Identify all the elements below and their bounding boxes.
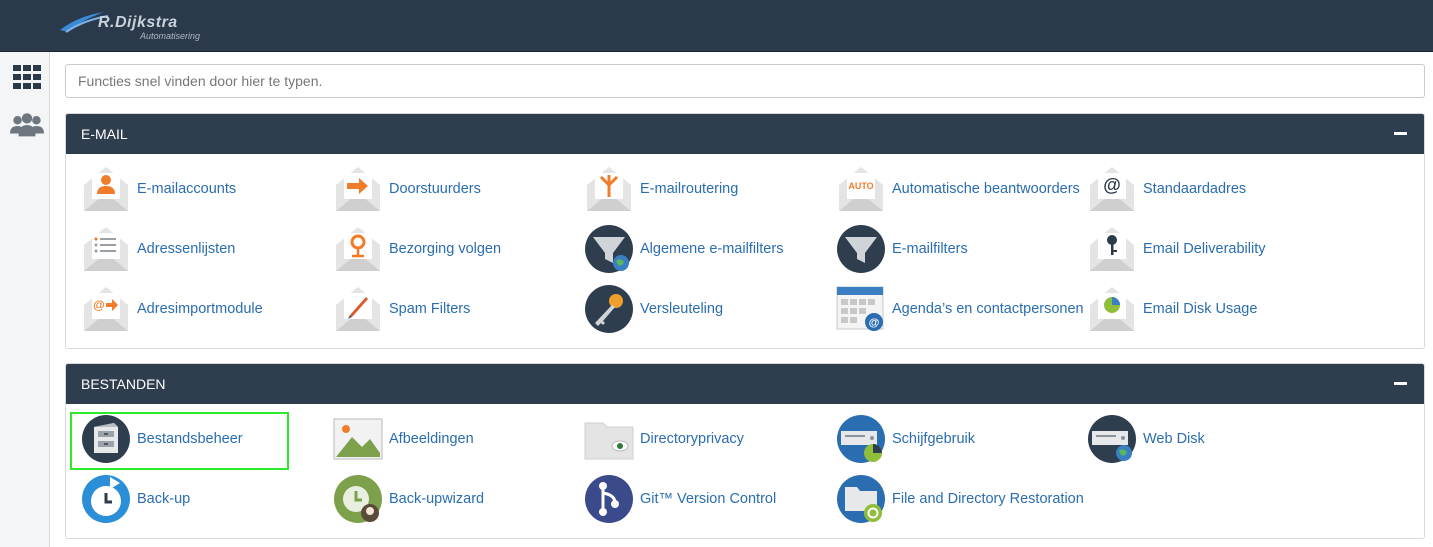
email-disk-usage-link[interactable]: Email Disk Usage — [1086, 282, 1257, 336]
global-email-filters-label: Algemene e-mailfilters — [640, 241, 784, 257]
calendars-contacts-link[interactable]: @ Agenda’s en contactpersonen — [835, 282, 1084, 336]
logo-tagline: Automatisering — [140, 31, 201, 41]
email-routing-link[interactable]: E-mailroutering — [583, 162, 738, 216]
backup-label: Back-up — [137, 491, 191, 507]
files-collapse-icon[interactable] — [1394, 382, 1407, 385]
global-email-filters-icon — [583, 223, 635, 275]
file-restoration-link[interactable]: File and Directory Restoration — [835, 472, 1084, 526]
file-manager-label: Bestandsbeheer — [137, 431, 243, 447]
forwarders-link[interactable]: Doorstuurders — [332, 162, 481, 216]
file-restoration-label: File and Directory Restoration — [892, 491, 1084, 507]
mailing-lists-icon — [80, 223, 132, 275]
mailing-lists-label: Adressenlijsten — [137, 241, 236, 257]
files-panel: BESTANDEN Bestandsbeheer Afbeeldingen Di… — [65, 363, 1425, 539]
images-link[interactable]: Afbeeldingen — [332, 412, 474, 466]
disk-usage-icon — [835, 413, 887, 465]
encryption-icon — [583, 283, 635, 335]
logo-name: R.Dijkstra — [98, 14, 178, 31]
images-icon — [332, 413, 384, 465]
backup-wizard-icon — [332, 473, 384, 525]
email-deliverability-link[interactable]: Email Deliverability — [1086, 222, 1265, 276]
git-version-control-label: Git™ Version Control — [640, 491, 777, 507]
git-version-control-link[interactable]: Git™ Version Control — [583, 472, 776, 526]
global-email-filters-link[interactable]: Algemene e-mailfilters — [583, 222, 783, 276]
email-panel-title: E-MAIL — [81, 126, 128, 142]
svg-text:@: @ — [869, 317, 880, 329]
backup-wizard-link[interactable]: Back-upwizard — [332, 472, 484, 526]
web-disk-label: Web Disk — [1143, 431, 1205, 447]
web-disk-link[interactable]: Web Disk — [1086, 412, 1205, 466]
default-address-label: Standaardadres — [1143, 181, 1247, 197]
directory-privacy-label: Directoryprivacy — [640, 431, 744, 447]
files-panel-header[interactable]: BESTANDEN — [66, 364, 1424, 404]
default-address-link[interactable]: @ Standaardadres — [1086, 162, 1246, 216]
git-version-control-icon — [583, 473, 635, 525]
track-delivery-link[interactable]: Bezorging volgen — [332, 222, 501, 276]
file-restoration-icon — [835, 473, 887, 525]
email-collapse-icon[interactable] — [1394, 132, 1407, 135]
forwarders-icon — [332, 163, 384, 215]
address-importer-link[interactable]: @ Adresimportmodule — [80, 282, 263, 336]
directory-privacy-icon — [583, 413, 635, 465]
images-label: Afbeeldingen — [389, 431, 474, 447]
search-input[interactable] — [65, 64, 1425, 98]
track-delivery-label: Bezorging volgen — [389, 241, 502, 257]
backup-link[interactable]: Back-up — [80, 472, 190, 526]
users-icon[interactable] — [10, 110, 44, 140]
spam-filters-label: Spam Filters — [389, 301, 471, 317]
file-manager-link[interactable]: Bestandsbeheer — [80, 412, 243, 466]
email-disk-usage-icon — [1086, 283, 1138, 335]
directory-privacy-link[interactable]: Directoryprivacy — [583, 412, 744, 466]
email-routing-icon — [583, 163, 635, 215]
svg-text:@: @ — [1103, 175, 1121, 195]
encryption-label: Versleuteling — [640, 301, 724, 317]
mailing-lists-link[interactable]: Adressenlijsten — [80, 222, 235, 276]
address-importer-icon: @ — [80, 283, 132, 335]
web-disk-icon — [1086, 413, 1138, 465]
email-accounts-icon — [80, 163, 132, 215]
email-panel-header[interactable]: E-MAIL — [66, 114, 1424, 154]
email-disk-usage-label: Email Disk Usage — [1143, 301, 1258, 317]
files-panel-title: BESTANDEN — [81, 376, 166, 392]
email-filters-link[interactable]: E-mailfilters — [835, 222, 968, 276]
default-address-icon: @ — [1086, 163, 1138, 215]
email-routing-label: E-mailroutering — [640, 181, 739, 197]
email-panel: E-MAIL E-mailaccounts Doorstuurders E-ma… — [65, 113, 1425, 349]
forwarders-label: Doorstuurders — [389, 181, 481, 197]
email-filters-label: E-mailfilters — [892, 241, 968, 257]
encryption-link[interactable]: Versleuteling — [583, 282, 723, 336]
email-filters-icon — [835, 223, 887, 275]
file-manager-icon — [80, 413, 132, 465]
email-deliverability-icon — [1086, 223, 1138, 275]
sidebar — [0, 52, 50, 547]
calendars-contacts-label: Agenda’s en contactpersonen — [892, 301, 1084, 317]
company-logo[interactable]: R.Dijkstra Automatisering — [58, 6, 238, 46]
top-bar: R.Dijkstra Automatisering — [0, 0, 1433, 52]
calendars-contacts-icon: @ — [835, 283, 887, 335]
spam-filters-link[interactable]: Spam Filters — [332, 282, 470, 336]
main-content: E-MAIL E-mailaccounts Doorstuurders E-ma… — [50, 52, 1433, 547]
email-accounts-label: E-mailaccounts — [137, 181, 237, 197]
apps-grid-icon[interactable] — [10, 62, 44, 92]
svg-text:AUTO: AUTO — [848, 181, 873, 191]
autoresponders-icon: AUTO — [835, 163, 887, 215]
address-importer-label: Adresimportmodule — [137, 301, 263, 317]
disk-usage-label: Schijfgebruik — [892, 431, 976, 447]
disk-usage-link[interactable]: Schijfgebruik — [835, 412, 975, 466]
track-delivery-icon — [332, 223, 384, 275]
email-deliverability-label: Email Deliverability — [1143, 241, 1266, 257]
autoresponders-link[interactable]: AUTO Automatische beantwoorders — [835, 162, 1080, 216]
autoresponders-label: Automatische beantwoorders — [892, 181, 1080, 197]
email-accounts-link[interactable]: E-mailaccounts — [80, 162, 236, 216]
spam-filters-icon — [332, 283, 384, 335]
svg-text:@: @ — [93, 298, 105, 312]
backup-icon — [80, 473, 132, 525]
backup-wizard-label: Back-upwizard — [389, 491, 485, 507]
